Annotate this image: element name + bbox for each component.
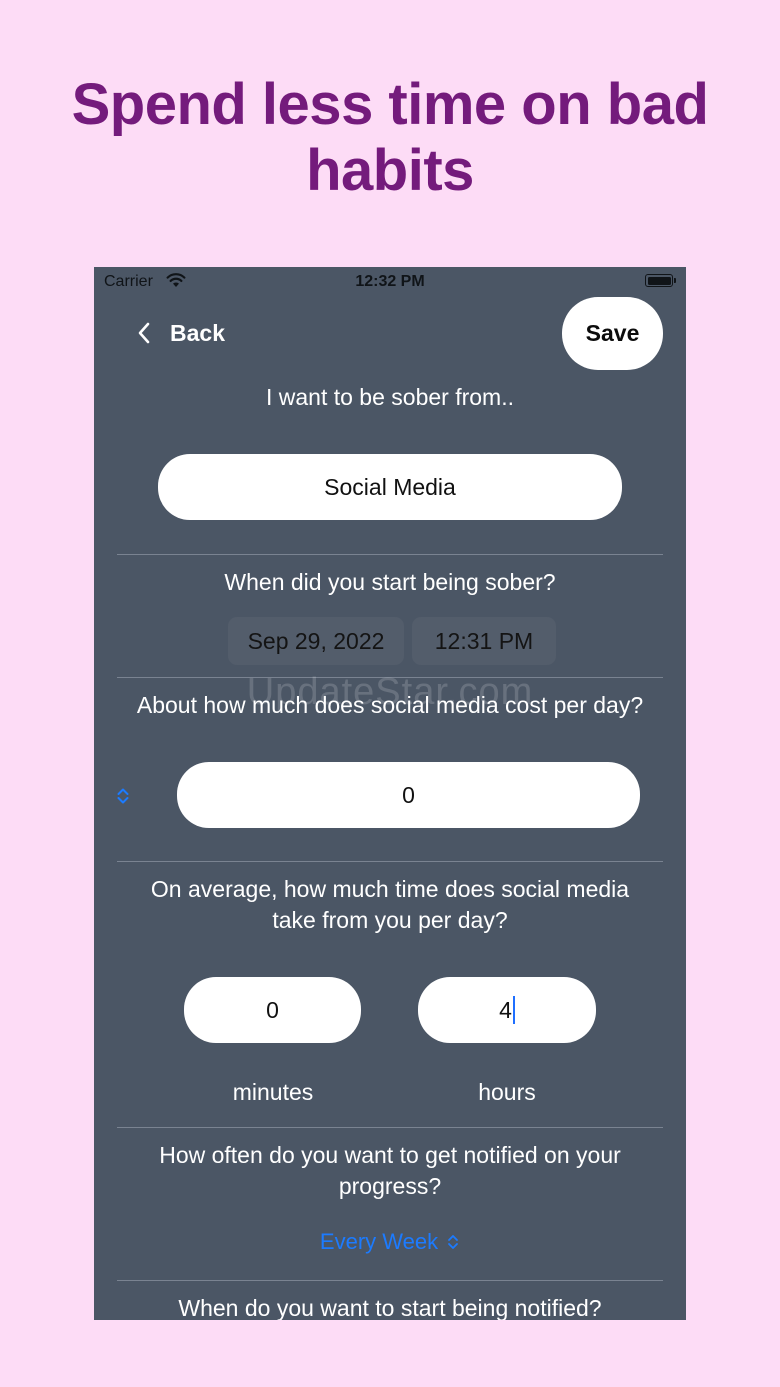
- divider: [117, 861, 663, 862]
- hours-value: 4: [499, 996, 512, 1023]
- chevron-up-down-icon: [448, 1235, 458, 1249]
- back-button[interactable]: Back: [136, 315, 225, 351]
- headline: Spend less time on bad habits: [71, 72, 709, 203]
- divider: [117, 554, 663, 555]
- start-time-picker[interactable]: 12:31 PM: [412, 617, 556, 665]
- notify-frequency-value: Every Week: [319, 1229, 439, 1254]
- battery-icon: [645, 274, 673, 287]
- divider: [117, 1280, 663, 1281]
- hours-input[interactable]: 4: [418, 977, 596, 1043]
- sober-from-label: I want to be sober from..: [265, 384, 514, 410]
- notify-start-label: When do you want to start being notified…: [178, 1295, 602, 1320]
- sober-from-input[interactable]: Social Media: [158, 454, 622, 520]
- hours-label: hours: [478, 1079, 536, 1105]
- back-label: Back: [170, 319, 225, 346]
- status-time: 12:32 PM: [355, 273, 425, 290]
- minutes-input[interactable]: 0: [184, 977, 361, 1043]
- start-label: When did you start being sober?: [224, 569, 556, 595]
- notify-frequency-select[interactable]: Every Week: [94, 1229, 686, 1255]
- chevron-left-icon: [138, 322, 150, 344]
- save-button[interactable]: Save: [562, 297, 663, 370]
- cost-input[interactable]: 0: [177, 762, 640, 828]
- time-label: On average, how much time does social me…: [150, 876, 630, 933]
- status-bar: Carrier 12:32 PM: [94, 267, 686, 297]
- phone-screen: Carrier 12:32 PM Back Save I want to be …: [94, 267, 686, 1320]
- start-date-picker[interactable]: Sep 29, 2022: [228, 617, 404, 665]
- text-caret: [512, 996, 515, 1024]
- notify-label: How often do you want to get notified on…: [159, 1142, 621, 1199]
- stepper-icon[interactable]: [116, 786, 130, 806]
- cost-label: About how much does social media cost pe…: [136, 692, 644, 718]
- minutes-label: minutes: [232, 1079, 314, 1105]
- battery-tip: [674, 278, 676, 283]
- divider: [117, 1127, 663, 1128]
